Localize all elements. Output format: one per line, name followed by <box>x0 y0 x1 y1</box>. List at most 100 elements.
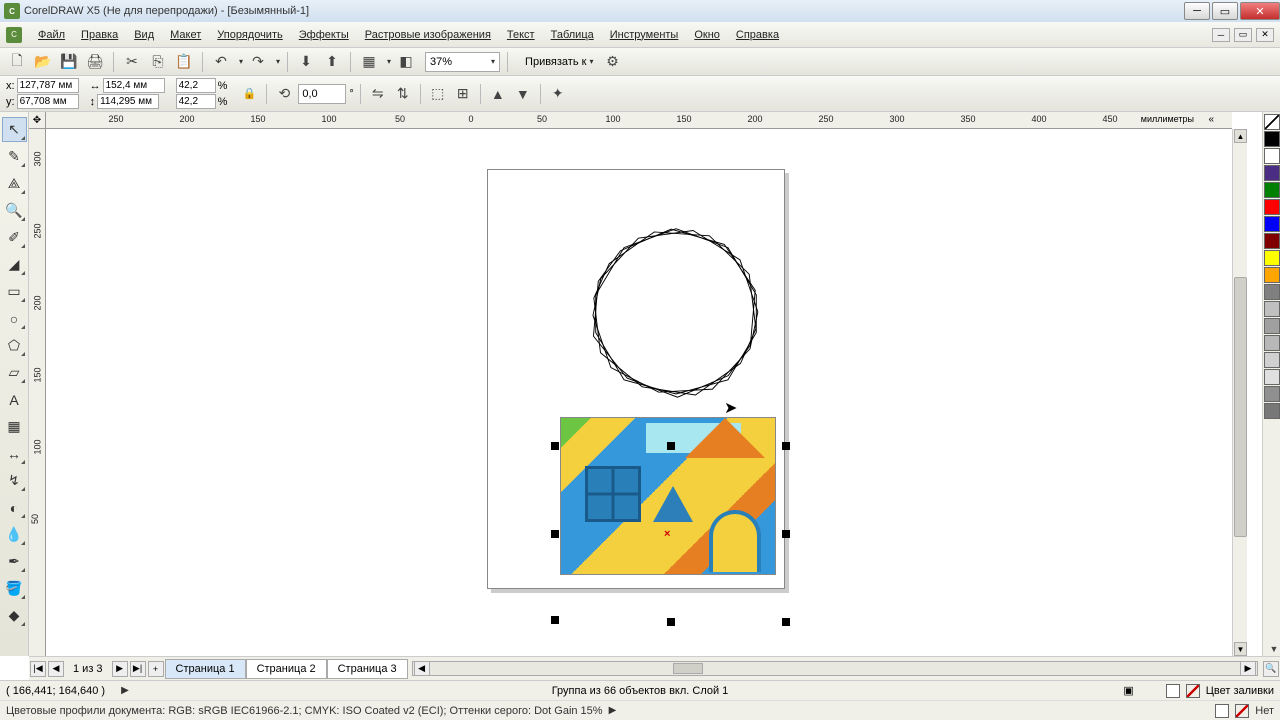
color-swatch[interactable] <box>1264 182 1280 198</box>
vertical-ruler[interactable]: 30025020015010050 <box>29 129 46 656</box>
page-tab-1[interactable]: Страница 1 <box>165 659 246 679</box>
color-swatch[interactable] <box>1264 369 1280 385</box>
color-swatch[interactable] <box>1264 335 1280 351</box>
eyedropper-icon[interactable]: 💧 <box>2 522 27 547</box>
scale-y-input[interactable] <box>176 94 216 109</box>
selection-handle[interactable] <box>551 616 559 624</box>
ungroup-icon[interactable]: ⬚ <box>427 83 449 105</box>
scroll-down-icon[interactable]: ▼ <box>1234 642 1247 656</box>
maximize-button[interactable]: ▭ <box>1212 2 1238 20</box>
table-tool-icon[interactable]: ▦ <box>2 414 27 439</box>
fill-tool-icon[interactable]: 🪣 <box>2 576 27 601</box>
ruler-collapse-icon[interactable]: « <box>1208 114 1214 125</box>
menu-help[interactable]: Справка <box>728 27 787 43</box>
menu-table[interactable]: Таблица <box>543 27 602 43</box>
color-swatch[interactable] <box>1264 301 1280 317</box>
connector-tool-icon[interactable]: ↯ <box>2 468 27 493</box>
mdi-restore[interactable]: ▭ <box>1234 28 1252 42</box>
color-swatch[interactable] <box>1264 386 1280 402</box>
horizontal-ruler[interactable]: 2502001501005005010015020025030035040045… <box>46 112 1232 129</box>
scroll-up-icon[interactable]: ▲ <box>1234 129 1247 143</box>
to-back-icon[interactable]: ▼ <box>512 83 534 105</box>
paste-icon[interactable]: 📋 <box>173 51 195 73</box>
smart-fill-icon[interactable]: ◢ <box>2 252 27 277</box>
page-tab-2[interactable]: Страница 2 <box>246 659 327 679</box>
snap-to-dropdown[interactable]: Привязать к ▾ <box>521 54 597 70</box>
color-swatch[interactable] <box>1264 165 1280 181</box>
palette-scroll-icon[interactable]: ▼ <box>1263 642 1280 656</box>
selection-handle[interactable] <box>782 530 790 538</box>
dimension-tool-icon[interactable]: ↔ <box>2 441 27 466</box>
welcome-icon[interactable]: ◧ <box>395 51 417 73</box>
doc-color-icon[interactable]: ▣ <box>1123 684 1133 697</box>
pick-tool-icon[interactable]: ↖ <box>2 117 27 142</box>
menu-effects[interactable]: Эффекты <box>291 27 357 43</box>
last-page-icon[interactable]: ▶| <box>130 661 146 677</box>
ruler-origin[interactable]: ✥ <box>29 112 46 129</box>
selection-handle[interactable] <box>551 530 559 538</box>
text-tool-icon[interactable]: A <box>2 387 27 412</box>
app-launcher-icon[interactable]: ▦ <box>358 51 380 73</box>
save-icon[interactable]: 💾 <box>58 51 80 73</box>
first-page-icon[interactable]: |◀ <box>30 661 46 677</box>
star-geometry[interactable] <box>581 224 771 394</box>
horizontal-scrollbar[interactable]: ◀ ▶ <box>412 661 1258 676</box>
no-outline-icon[interactable] <box>1235 704 1249 718</box>
canvas[interactable]: × ➤ <box>46 129 1232 656</box>
cut-icon[interactable]: ✂ <box>121 51 143 73</box>
selection-handle[interactable] <box>551 442 559 450</box>
shape-tool-icon[interactable]: ✎ <box>2 144 27 169</box>
no-color-swatch[interactable] <box>1264 114 1280 130</box>
height-input[interactable] <box>97 94 159 109</box>
mirror-v-icon[interactable]: ⇅ <box>392 83 414 105</box>
menu-tools[interactable]: Инструменты <box>602 27 687 43</box>
color-swatch[interactable] <box>1264 403 1280 419</box>
color-swatch[interactable] <box>1264 267 1280 283</box>
close-button[interactable]: ✕ <box>1240 2 1280 20</box>
selection-handle[interactable] <box>667 442 675 450</box>
color-swatch[interactable] <box>1264 131 1280 147</box>
scroll-thumb[interactable] <box>673 663 703 674</box>
print-icon[interactable]: 🖨 <box>84 51 106 73</box>
no-fill-icon[interactable] <box>1186 684 1200 698</box>
undo-icon[interactable]: ↶ <box>210 51 232 73</box>
menu-file[interactable]: Файл <box>30 27 73 43</box>
rotation-input[interactable] <box>298 84 346 104</box>
menu-bitmaps[interactable]: Растровые изображения <box>357 27 499 43</box>
outline-tool-icon[interactable]: ✒ <box>2 549 27 574</box>
y-input[interactable] <box>17 94 79 109</box>
selection-handle[interactable] <box>782 442 790 450</box>
x-input[interactable] <box>17 78 79 93</box>
bitmap-image[interactable] <box>560 417 776 575</box>
copy-icon[interactable]: ⎘ <box>147 51 169 73</box>
undo-dropdown-icon[interactable]: ▾ <box>239 57 243 66</box>
color-swatch[interactable] <box>1264 216 1280 232</box>
scroll-thumb[interactable] <box>1234 277 1247 537</box>
prev-page-icon[interactable]: ◀ <box>48 661 64 677</box>
zoom-page-icon[interactable]: 🔍 <box>1263 661 1279 677</box>
menu-edit[interactable]: Правка <box>73 27 126 43</box>
color-swatch[interactable] <box>1264 199 1280 215</box>
vertical-scrollbar[interactable]: ▲ ▼ <box>1232 129 1247 656</box>
selection-handle[interactable] <box>667 618 675 626</box>
width-input[interactable] <box>103 78 165 93</box>
ellipse-tool-icon[interactable]: ○ <box>2 306 27 331</box>
interactive-fill-icon[interactable]: ◆ <box>2 603 27 628</box>
redo-icon[interactable]: ↷ <box>247 51 269 73</box>
play-icon[interactable]: ▶ <box>609 705 617 716</box>
fill-swatch-icon[interactable] <box>1166 684 1180 698</box>
selection-handle[interactable] <box>782 618 790 626</box>
import-icon[interactable]: ⬇ <box>295 51 317 73</box>
color-swatch[interactable] <box>1264 284 1280 300</box>
play-icon[interactable]: ▶ <box>121 685 129 696</box>
color-swatch[interactable] <box>1264 352 1280 368</box>
mdi-close[interactable]: ✕ <box>1256 28 1274 42</box>
color-swatch[interactable] <box>1264 250 1280 266</box>
to-front-icon[interactable]: ▲ <box>487 83 509 105</box>
scale-x-input[interactable] <box>176 78 216 93</box>
export-icon[interactable]: ⬆ <box>321 51 343 73</box>
polygon-tool-icon[interactable]: ⬠ <box>2 333 27 358</box>
menu-view[interactable]: Вид <box>126 27 162 43</box>
launcher-dropdown-icon[interactable]: ▾ <box>387 57 391 66</box>
color-swatch[interactable] <box>1264 148 1280 164</box>
